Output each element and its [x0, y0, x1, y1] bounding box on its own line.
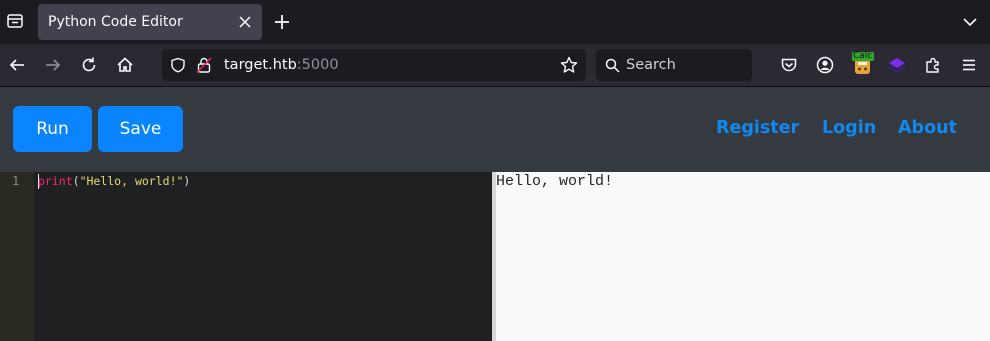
app-header: Run Save Register Login About	[0, 87, 990, 172]
tab-title: Python Code Editor	[48, 14, 183, 30]
new-tab-icon[interactable]	[272, 12, 292, 32]
output-panel: Hello, world!	[496, 172, 990, 341]
hamburger-menu-icon[interactable]	[960, 56, 978, 74]
home-icon[interactable]	[116, 56, 134, 74]
line-number-gutter: 1	[0, 172, 34, 341]
run-button[interactable]: Run	[13, 106, 92, 152]
about-link[interactable]: About	[898, 118, 957, 138]
reload-icon[interactable]	[80, 56, 98, 74]
firefox-view-icon[interactable]	[4, 10, 26, 32]
forward-arrow-icon[interactable]	[44, 56, 62, 74]
shield-icon[interactable]	[170, 57, 186, 73]
browser-tab[interactable]: Python Code Editor	[38, 4, 262, 40]
back-arrow-icon[interactable]	[8, 56, 26, 74]
calculator-extension-icon[interactable]: Calc	[852, 51, 874, 76]
search-icon	[605, 58, 620, 73]
line-number: 1	[12, 174, 20, 188]
tab-strip: Python Code Editor	[0, 0, 990, 44]
bookmark-star-icon[interactable]	[560, 56, 578, 74]
register-link[interactable]: Register	[716, 118, 799, 138]
code-line[interactable]: print("Hello, world!")	[38, 174, 190, 188]
pocket-icon[interactable]	[780, 56, 798, 74]
layers-extension-icon[interactable]	[888, 56, 906, 74]
search-bar[interactable]: Search	[596, 49, 752, 81]
account-icon[interactable]	[816, 56, 834, 74]
search-placeholder: Search	[626, 57, 676, 73]
code-paren-close: )	[183, 174, 191, 188]
save-button[interactable]: Save	[98, 106, 183, 152]
url-text[interactable]: target.htb:5000	[224, 57, 339, 73]
url-port: :5000	[296, 57, 339, 73]
navigation-toolbar: target.htb:5000 Search Calc	[0, 44, 990, 87]
url-host: target.htb	[224, 57, 297, 73]
chevron-down-icon[interactable]	[962, 14, 978, 30]
code-editor[interactable]: 1 print("Hello, world!")	[0, 172, 492, 341]
code-paren-open: (	[72, 174, 80, 188]
extensions-puzzle-icon[interactable]	[924, 56, 942, 74]
code-string-token: "Hello, world!"	[79, 174, 184, 188]
text-cursor	[38, 174, 39, 189]
url-bar[interactable]: target.htb:5000	[162, 49, 586, 81]
insecure-lock-icon[interactable]	[196, 56, 212, 74]
close-tab-icon[interactable]	[238, 15, 252, 29]
extension-badge: Calc	[853, 51, 873, 61]
code-function-token: print	[38, 174, 73, 188]
login-link[interactable]: Login	[822, 118, 876, 138]
output-text: Hello, world!	[496, 173, 614, 190]
